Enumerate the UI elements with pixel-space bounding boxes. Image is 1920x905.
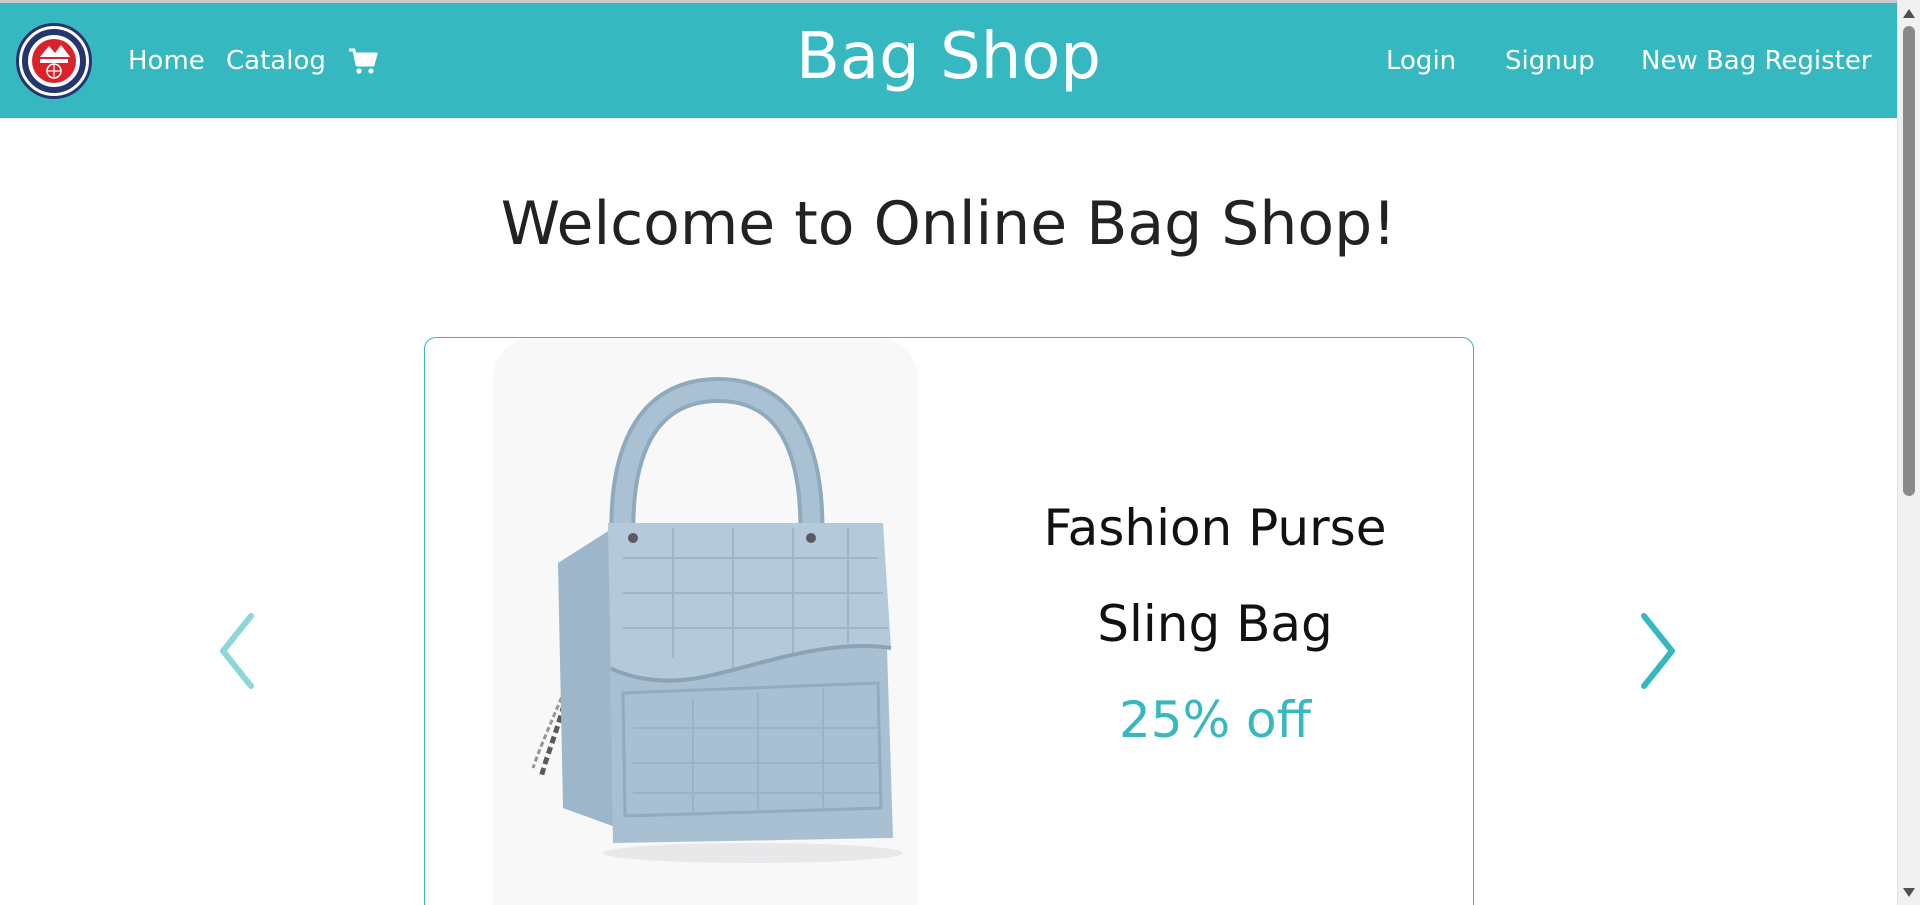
shopping-cart-icon[interactable] (348, 47, 378, 75)
scroll-up-arrow-icon[interactable] (1903, 9, 1915, 18)
product-name-line2: Sling Bag (1097, 595, 1333, 653)
carousel-next-button[interactable] (1636, 612, 1680, 690)
chevron-right-icon (1641, 613, 1675, 689)
welcome-heading: Welcome to Online Bag Shop! (500, 189, 1397, 259)
carousel-prev-button[interactable] (215, 612, 259, 690)
page: Home Catalog Bag Shop Login Signup New B… (0, 0, 1897, 905)
nav-new-bag-register-link[interactable]: New Bag Register (1641, 45, 1872, 77)
product-name-line1: Fashion Purse (1043, 499, 1387, 557)
vertical-scrollbar[interactable] (1897, 0, 1920, 905)
product-info: Fashion Purse Sling Bag 25% off (1015, 480, 1415, 768)
university-logo-icon[interactable] (16, 23, 92, 99)
nav-login-link[interactable]: Login (1386, 45, 1456, 77)
scroll-down-arrow-icon[interactable] (1903, 888, 1915, 897)
product-image (493, 338, 918, 905)
nav-catalog-link[interactable]: Catalog (226, 45, 326, 77)
navbar: Home Catalog Bag Shop Login Signup New B… (0, 3, 1897, 118)
carousel-slide-card[interactable]: Fashion Purse Sling Bag 25% off (424, 337, 1474, 905)
product-discount: 25% off (1118, 691, 1312, 749)
scrollbar-thumb[interactable] (1903, 26, 1915, 496)
nav-home-link[interactable]: Home (128, 45, 205, 77)
chevron-left-icon (220, 613, 254, 689)
nav-signup-link[interactable]: Signup (1505, 45, 1595, 77)
brand-title[interactable]: Bag Shop (796, 20, 1101, 94)
